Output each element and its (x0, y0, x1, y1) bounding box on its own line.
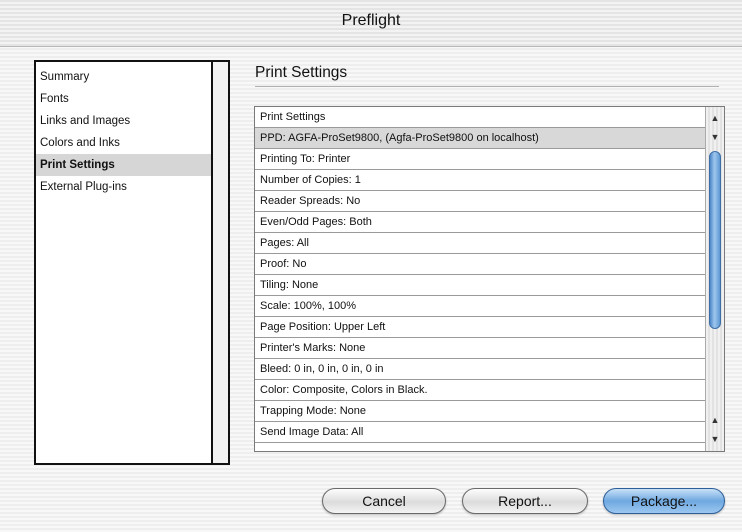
settings-row[interactable]: Bleed: 0 in, 0 in, 0 in, 0 in (255, 359, 705, 380)
title-bar: Preflight (0, 0, 742, 47)
settings-rows: Print Settings PPD: AGFA-ProSet9800, (Agf… (255, 107, 705, 443)
window-title: Preflight (341, 12, 401, 29)
settings-row[interactable]: PPD: AGFA-ProSet9800, (Agfa-ProSet9800 o… (255, 128, 705, 149)
scroll-up-bottom-arrow-icon[interactable]: ▲ (706, 412, 724, 428)
scroll-up-top-arrow-icon[interactable]: ▲ (706, 110, 724, 126)
settings-row[interactable]: Color: Composite, Colors in Black. (255, 380, 705, 401)
scroll-down-bottom-arrow-icon[interactable]: ▼ (706, 431, 724, 447)
scroll-down-top-arrow-icon[interactable]: ▼ (706, 129, 724, 145)
sidebar-scrollbar[interactable] (211, 62, 228, 463)
settings-row[interactable]: Page Position: Upper Left (255, 317, 705, 338)
sidebar-item[interactable]: Colors and Inks (36, 132, 211, 154)
section-divider (255, 86, 719, 87)
settings-row[interactable]: Trapping Mode: None (255, 401, 705, 422)
sidebar-item[interactable]: Summary (36, 66, 211, 88)
report-button[interactable]: Report... (462, 488, 588, 514)
settings-row[interactable]: Pages: All (255, 233, 705, 254)
sidebar-item[interactable]: External Plug-ins (36, 176, 211, 198)
settings-row[interactable]: Reader Spreads: No (255, 191, 705, 212)
settings-row[interactable]: Number of Copies: 1 (255, 170, 705, 191)
sidebar-item[interactable]: Links and Images (36, 110, 211, 132)
settings-row[interactable]: Proof: No (255, 254, 705, 275)
cancel-button[interactable]: Cancel (322, 488, 446, 514)
sidebar-item[interactable]: Print Settings (36, 154, 211, 176)
scroll-thumb[interactable] (709, 151, 721, 329)
settings-row[interactable]: Printing To: Printer (255, 149, 705, 170)
sidebar-items: Summary Fonts Links and Images Colors and I… (36, 66, 211, 198)
vertical-scrollbar[interactable]: ▲ ▼ ▲ ▼ (705, 107, 724, 451)
package-button[interactable]: Package... (603, 488, 725, 514)
sidebar-item[interactable]: Fonts (36, 88, 211, 110)
settings-row[interactable]: Printer's Marks: None (255, 338, 705, 359)
settings-row[interactable]: Scale: 100%, 100% (255, 296, 705, 317)
settings-row[interactable]: Tiling: None (255, 275, 705, 296)
settings-row[interactable]: Even/Odd Pages: Both (255, 212, 705, 233)
sidebar-list[interactable]: Summary Fonts Links and Images Colors and I… (34, 60, 230, 465)
print-settings-list[interactable]: Print Settings PPD: AGFA-ProSet9800, (Agf… (254, 106, 725, 452)
settings-row[interactable]: Send Image Data: All (255, 422, 705, 443)
settings-row[interactable]: Print Settings (255, 107, 705, 128)
section-title: Print Settings (255, 64, 348, 81)
